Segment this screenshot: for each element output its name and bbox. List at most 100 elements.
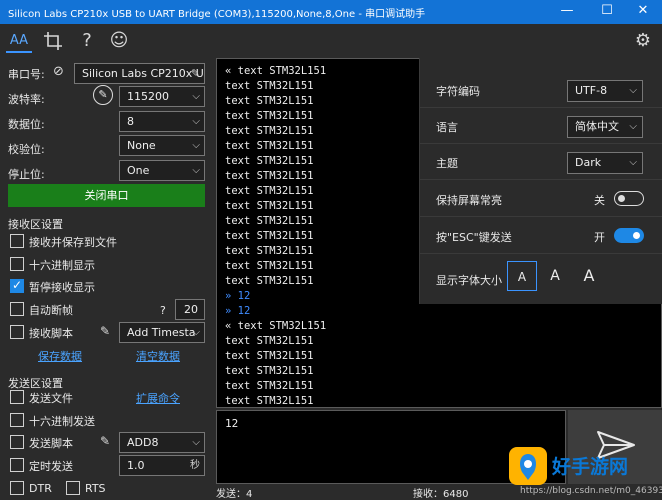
port-value: Silicon Labs CP210x USB	[82, 67, 205, 80]
font-size-large-button[interactable]: A	[574, 261, 604, 291]
recv-line: text STM32L151	[225, 350, 314, 362]
chevron-down-icon: ⌵	[192, 140, 200, 151]
keep-screen-state: 关	[594, 194, 605, 207]
recv-script-checkbox[interactable]	[10, 325, 24, 339]
chevron-down-icon: ⌵	[192, 165, 200, 176]
esc-send-toggle[interactable]	[614, 228, 644, 243]
esc-send-state: 开	[594, 231, 605, 244]
dtr-checkbox[interactable]	[10, 481, 24, 495]
theme-select[interactable]: Dark ⌵	[567, 152, 643, 174]
recv-line: « text STM32L151	[225, 320, 327, 332]
language-value: 简体中文	[575, 120, 619, 133]
close-port-button[interactable]: 关闭串口	[8, 184, 205, 207]
recv-line: text STM32L151	[225, 260, 314, 272]
stopbits-value: One	[127, 164, 150, 177]
chevron-down-icon: ⌵	[192, 91, 200, 102]
recv-line: text STM32L151	[225, 380, 314, 392]
recv-line: text STM32L151	[225, 140, 314, 152]
theme-row: 主题 Dark ⌵	[420, 144, 662, 180]
crop-icon[interactable]	[40, 29, 66, 53]
parity-select[interactable]: None ⌵	[119, 135, 205, 156]
received-count: 接收：6480	[413, 489, 469, 500]
send-text: 12	[225, 417, 239, 430]
send-script-value: ADD8	[127, 436, 159, 449]
send-script-label: 发送脚本	[29, 437, 73, 450]
recv-line: text STM32L151	[225, 125, 314, 137]
hex-display-checkbox[interactable]	[10, 257, 24, 271]
send-script-select[interactable]: ADD8 ⌵	[119, 432, 205, 453]
auto-frame-value: 20	[184, 303, 198, 316]
help-icon[interactable]: ?	[74, 29, 100, 53]
watermark-logo-text: 好手游网	[552, 456, 629, 478]
recv-script-select[interactable]: Add Timesta ⌵	[119, 322, 205, 343]
auto-frame-label: 自动断帧	[29, 304, 73, 317]
recv-line: text STM32L151	[225, 275, 314, 287]
font-size-medium-button[interactable]: A	[540, 261, 570, 291]
recv-settings-title: 接收区设置	[8, 218, 63, 231]
recv-line: « text STM32L151	[225, 65, 327, 77]
font-size-label: 显示字体大小	[436, 274, 502, 287]
script-edit-icon[interactable]: ✎	[100, 324, 110, 338]
pause-display-label: 暂停接收显示	[29, 281, 95, 294]
hex-send-checkbox[interactable]	[10, 413, 24, 427]
timed-send-checkbox[interactable]	[10, 458, 24, 472]
send-script-edit-icon[interactable]: ✎	[100, 434, 110, 448]
clear-data-link[interactable]: 清空数据	[136, 348, 180, 364]
recv-line: text STM32L151	[225, 80, 314, 92]
keep-screen-label: 保持屏幕常亮	[436, 194, 502, 207]
encoding-label: 字符编码	[436, 85, 480, 98]
hex-display-label: 十六进制显示	[29, 259, 95, 272]
parity-label: 校验位:	[8, 143, 45, 156]
window-title: Silicon Labs CP210x USB to UART Bridge (…	[8, 9, 426, 20]
databits-select[interactable]: 8 ⌵	[119, 111, 205, 132]
close-window-button[interactable]: ✕	[624, 0, 662, 24]
auto-frame-input[interactable]: 20	[175, 299, 205, 320]
recv-line: » 12	[225, 290, 251, 302]
theme-label: 主题	[436, 157, 458, 170]
pause-display-checkbox[interactable]	[10, 278, 24, 293]
recv-line: text STM32L151	[225, 185, 314, 197]
baud-value: 115200	[127, 90, 169, 103]
pencil-icon: ✎	[190, 67, 200, 80]
gear-icon[interactable]: ⚙	[630, 29, 656, 53]
stopbits-select[interactable]: One ⌵	[119, 160, 205, 181]
save-to-file-checkbox[interactable]	[10, 234, 24, 248]
auto-frame-checkbox[interactable]	[10, 302, 24, 316]
hex-send-label: 十六进制发送	[29, 415, 95, 428]
chevron-down-icon: ⌵	[629, 85, 637, 96]
left-panel: 串口号: ⊘ Silicon Labs CP210x USB ✎ 波特率: ✎ …	[0, 58, 213, 500]
maximize-button[interactable]: ☐	[588, 0, 626, 24]
baud-label: 波特率:	[8, 93, 45, 106]
font-tab-icon[interactable]: AA	[6, 29, 32, 53]
title-bar: Silicon Labs CP210x USB to UART Bridge (…	[0, 0, 662, 24]
settings-panel: 字符编码 UTF-8 ⌵ 语言 简体中文 ⌵ 主题 Dark ⌵ 保持屏幕常亮 …	[419, 58, 662, 304]
port-label: 串口号:	[8, 68, 45, 81]
rts-label: RTS	[85, 482, 106, 495]
disconnect-icon[interactable]: ⊘	[53, 64, 64, 79]
font-size-small-button[interactable]: A	[507, 261, 537, 291]
send-file-checkbox[interactable]	[10, 390, 24, 404]
extend-cmd-link[interactable]: 扩展命令	[136, 390, 180, 406]
stopbits-label: 停止位:	[8, 168, 45, 181]
rts-checkbox[interactable]	[66, 481, 80, 495]
chevron-down-icon: ⌵	[192, 116, 200, 127]
smile-icon[interactable]: ☺	[106, 29, 132, 53]
baud-helper-icon[interactable]: ✎	[93, 85, 113, 105]
send-file-label: 发送文件	[29, 392, 73, 405]
theme-value: Dark	[575, 156, 602, 169]
recv-line: text STM32L151	[225, 200, 314, 212]
save-data-link[interactable]: 保存数据	[38, 348, 82, 364]
encoding-select[interactable]: UTF-8 ⌵	[567, 80, 643, 102]
timed-interval-input[interactable]: 1.0 秒	[119, 455, 205, 476]
minimize-button[interactable]: —	[548, 0, 586, 24]
recv-line: text STM32L151	[225, 230, 314, 242]
baud-select[interactable]: 115200 ⌵	[119, 86, 205, 107]
auto-frame-help[interactable]: ?	[160, 304, 166, 317]
chevron-down-icon: ⌵	[192, 437, 200, 448]
language-select[interactable]: 简体中文 ⌵	[567, 116, 643, 138]
keep-screen-toggle[interactable]	[614, 191, 644, 206]
send-script-checkbox[interactable]	[10, 435, 24, 449]
chevron-down-icon: ⌵	[629, 121, 637, 132]
port-select[interactable]: Silicon Labs CP210x USB ✎	[74, 63, 205, 84]
recv-line: » 12	[225, 305, 251, 317]
